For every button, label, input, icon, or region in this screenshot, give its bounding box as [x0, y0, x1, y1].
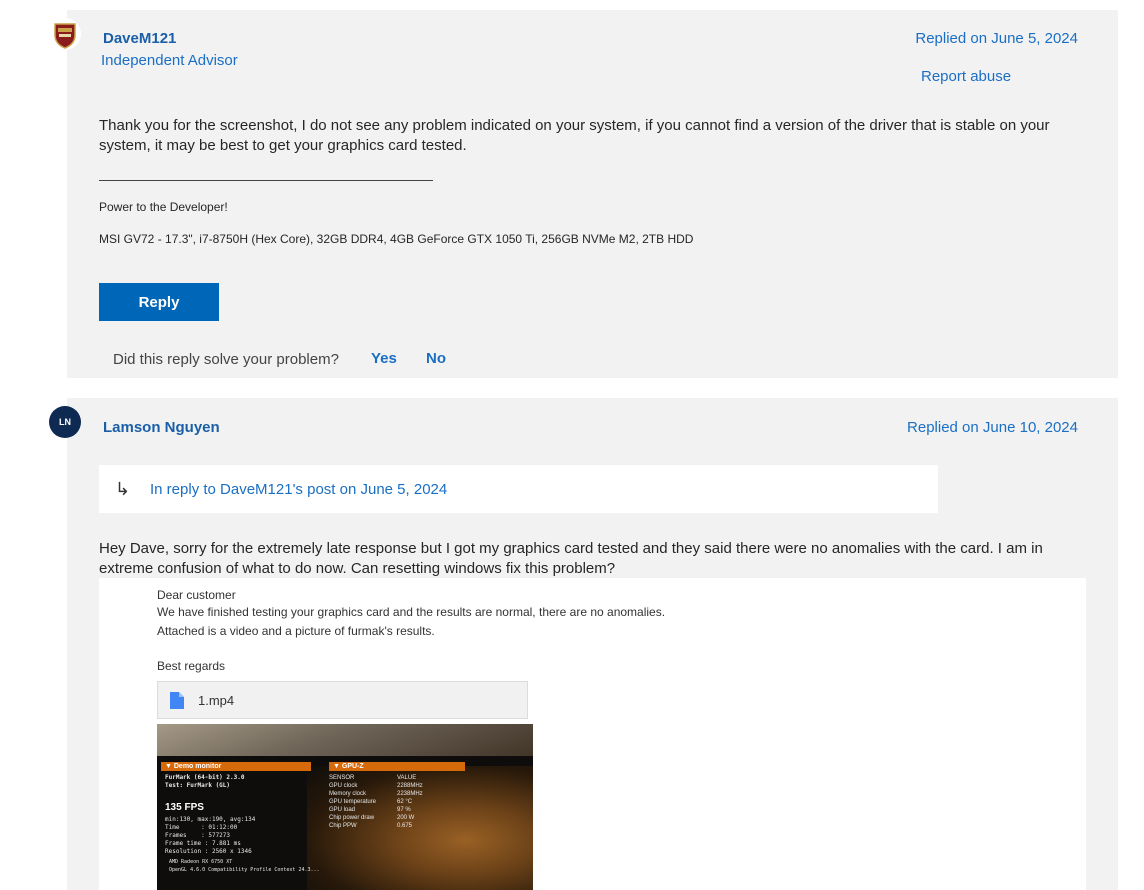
post-author-name[interactable]: Lamson Nguyen: [103, 419, 220, 436]
user-avatar-lamson[interactable]: LN: [49, 406, 81, 438]
fps-readout: 135 FPS: [165, 802, 204, 813]
quoted-reply-text[interactable]: In reply to DaveM121's post on June 5, 2…: [150, 481, 447, 498]
email-signoff: Best regards: [157, 659, 226, 673]
reply-button[interactable]: Reply: [99, 283, 219, 321]
reply-date[interactable]: Replied on June 10, 2024: [907, 419, 1078, 436]
sensor-row: Chip power draw 200 W: [329, 815, 415, 821]
furmark-stats: min:130, max:190, avg:134 Time : 01:12:0…: [165, 816, 256, 855]
attached-screenshot[interactable]: Dear customer We have finished testing y…: [99, 578, 1086, 890]
sensor-row: GPU load 97 %: [329, 807, 411, 813]
report-abuse-link[interactable]: Report abuse: [921, 68, 1011, 85]
user-avatar-davem121[interactable]: [49, 18, 81, 50]
file-icon: [170, 691, 184, 709]
yes-button[interactable]: Yes: [371, 350, 397, 367]
sensor-row: Memory clock 2238MHz: [329, 791, 423, 797]
furmark-info: FurMark (64-bit) 2.3.0 Test: FurMark (GL…: [165, 774, 245, 789]
signature-divider: [99, 180, 433, 181]
no-button[interactable]: No: [426, 350, 446, 367]
reply-arrow-icon: ↳: [115, 478, 131, 499]
email-greeting: Dear customer: [157, 588, 236, 602]
attachment-item[interactable]: 1.mp4: [157, 681, 528, 719]
signature-line-2: MSI GV72 - 17.3", i7-8750H (Hex Core), 3…: [99, 232, 694, 246]
gpuz-header: ▼ GPU-Z: [329, 762, 465, 771]
solve-question: Did this reply solve your problem?: [113, 351, 339, 368]
post-body: Hey Dave, sorry for the extremely late r…: [99, 540, 1043, 577]
monitor-screen: ▼ Demo monitor ▼ GPU-Z FurMark (64-bit) …: [157, 756, 533, 890]
demo-monitor-header: ▼ Demo monitor: [161, 762, 311, 771]
author-role: Independent Advisor: [101, 52, 238, 69]
gpu-name: AMD Radeon RX 6750 XT: [169, 859, 233, 865]
opengl-info: OpenGL 4.6.0 Compatibility Profile Conte…: [169, 867, 320, 873]
attachment-name: 1.mp4: [198, 692, 235, 708]
crest-icon: [54, 23, 76, 49]
post-author-name[interactable]: DaveM121: [103, 30, 176, 47]
reply-date[interactable]: Replied on June 5, 2024: [915, 30, 1078, 47]
email-line: We have finished testing your graphics c…: [157, 605, 666, 619]
post-body: Thank you for the screenshot, I do not s…: [99, 117, 1050, 154]
email-line: Attached is a video and a picture of fur…: [157, 624, 435, 638]
furmark-photo: ▼ Demo monitor ▼ GPU-Z FurMark (64-bit) …: [157, 724, 533, 890]
sensor-row: Chip PPW 0.675: [329, 823, 413, 829]
signature-line-1: Power to the Developer!: [99, 200, 228, 214]
quoted-reply-link[interactable]: ↳ In reply to DaveM121's post on June 5,…: [99, 465, 938, 513]
sensor-row: SENSOR VALUE: [329, 775, 417, 781]
sensor-row: GPU temperature 62 °C: [329, 799, 413, 805]
gpuz-sensor-table: SENSOR VALUE GPU clock 2288MHz Memory cloc…: [329, 774, 465, 830]
sensor-row: GPU clock 2288MHz: [329, 783, 423, 789]
